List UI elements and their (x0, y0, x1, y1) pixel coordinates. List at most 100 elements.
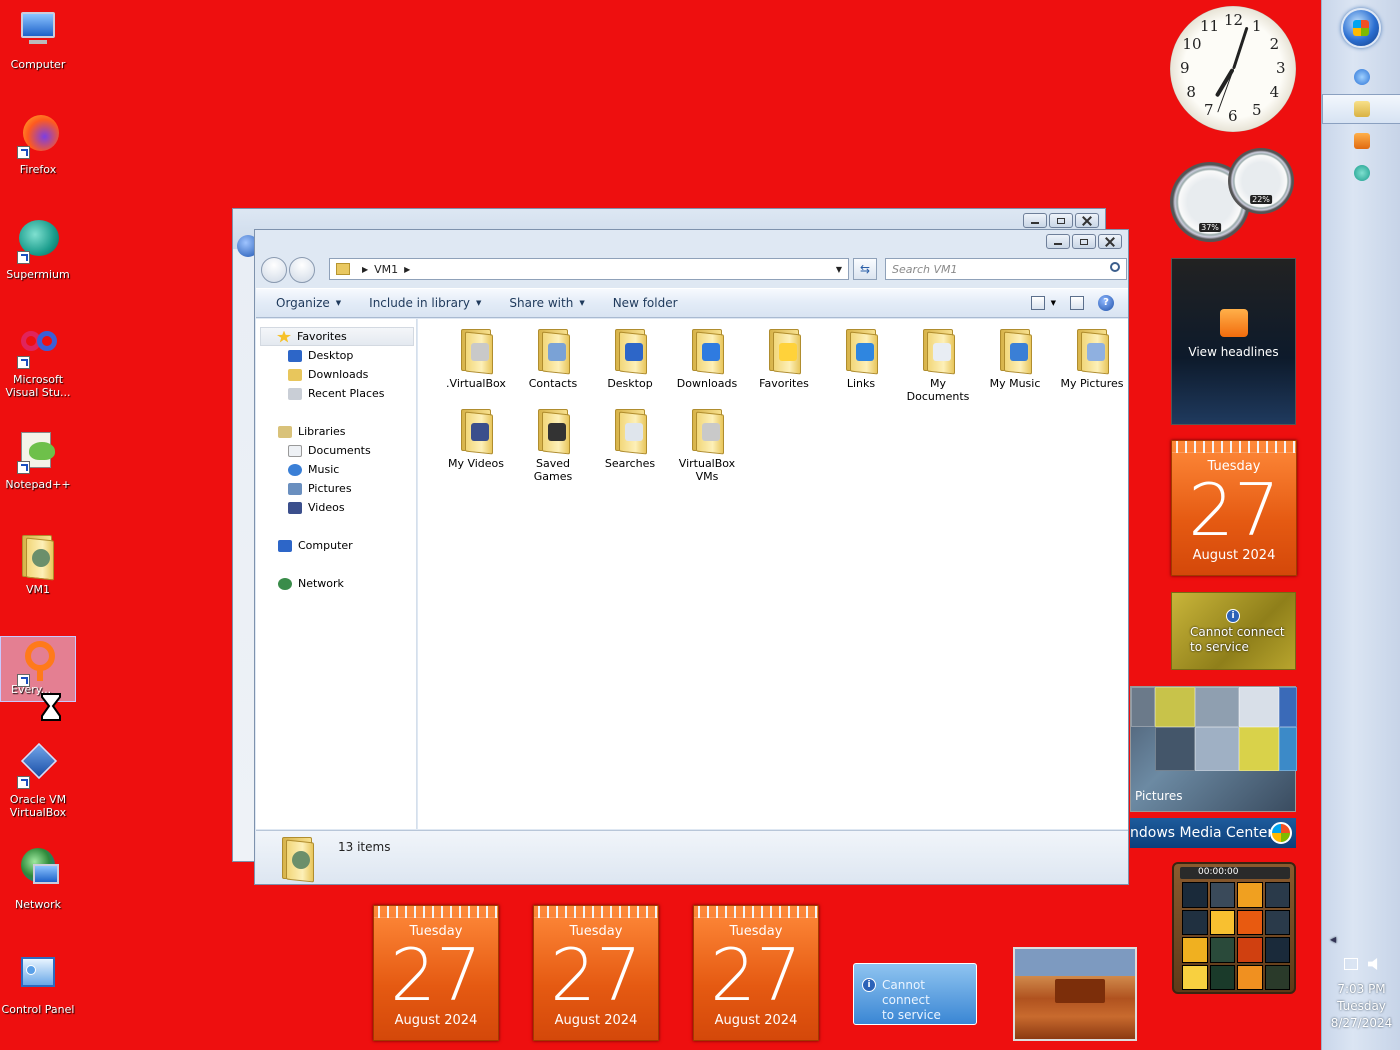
nav-documents[interactable]: Documents (256, 441, 416, 460)
desktop-icon-virtualbox[interactable]: Oracle VM VirtualBox (0, 742, 76, 819)
folder-item[interactable]: Downloads (671, 327, 743, 390)
nav-favorites[interactable]: Favorites (260, 327, 414, 346)
calendar-gadget[interactable]: Tuesday 27 August 2024 (693, 905, 819, 1041)
address-bar[interactable]: ▶ VM1 ▶ ▼ (329, 258, 849, 280)
folder-item-label: My Videos (447, 457, 505, 470)
share-with-menu[interactable]: Share with ▼ (509, 296, 584, 310)
nav-recent-places[interactable]: Recent Places (256, 384, 416, 403)
clock-number: 4 (1269, 83, 1280, 101)
folder-item[interactable]: Links (825, 327, 897, 390)
explorer-window[interactable]: ▶ VM1 ▶ ▼ ⇆ Search VM1 Organize ▼ Include… (254, 229, 1129, 885)
chevron-down-icon[interactable]: ▼ (1051, 299, 1056, 307)
feed-headlines-gadget[interactable]: View headlines (1171, 258, 1296, 425)
folder-item[interactable]: Saved Games (517, 407, 589, 483)
desktop-icon-network[interactable]: Network (0, 848, 76, 911)
desktop-icon-control-panel[interactable]: Control Panel (0, 953, 76, 1016)
taskbar-explorer-button[interactable] (1322, 94, 1400, 124)
folder-item[interactable]: Contacts (517, 327, 589, 390)
chevron-right-icon: ▶ (362, 264, 369, 274)
breadcrumb-vm1[interactable]: VM1 (374, 263, 398, 276)
folder-item[interactable]: VirtualBox VMs (671, 407, 743, 483)
desktop-icon-everything[interactable]: Every... (0, 636, 76, 702)
nav-videos[interactable]: Videos (256, 498, 416, 517)
desktop-icon-vm1[interactable]: VM1 (0, 533, 76, 596)
taskbar-ie-button[interactable] (1322, 62, 1400, 92)
nav-libraries[interactable]: Libraries (256, 422, 416, 441)
organize-menu[interactable]: Organize ▼ (276, 296, 341, 310)
volume-icon[interactable] (1367, 958, 1378, 970)
view-options-icon[interactable] (1030, 296, 1045, 310)
taskbar-supermium-button[interactable] (1322, 158, 1400, 188)
nav-music[interactable]: Music (256, 460, 416, 479)
back-button[interactable] (261, 257, 287, 283)
folder-item[interactable]: My Music (979, 327, 1051, 390)
internet-explorer-icon (1353, 69, 1370, 85)
include-in-library-menu[interactable]: Include in library ▼ (369, 296, 481, 310)
clock-number: 12 (1224, 11, 1244, 29)
search-input[interactable]: Search VM1 (885, 258, 1127, 280)
nav-pictures[interactable]: Pictures (256, 479, 416, 498)
folder-item[interactable]: My Videos (440, 407, 512, 470)
folder-item[interactable]: My Documents (902, 327, 974, 403)
window-controls (1023, 213, 1099, 228)
desktop-icon-label: Microsoft Visual Stu... (5, 373, 71, 399)
maximize-button[interactable] (1049, 213, 1073, 228)
search-icon[interactable] (1110, 262, 1120, 272)
supermium-icon (15, 218, 61, 264)
taskbar-media-player-button[interactable] (1322, 126, 1400, 156)
folder-item[interactable]: Favorites (748, 327, 820, 390)
start-button[interactable] (1341, 8, 1381, 48)
folder-icon (765, 327, 803, 375)
minimize-button[interactable] (1046, 234, 1070, 249)
picture-puzzle-gadget[interactable]: 00:00:00 (1172, 862, 1296, 994)
chevron-right-icon[interactable]: ▶ (404, 265, 410, 274)
clock-date[interactable]: 8/27/2024 (1322, 1016, 1400, 1030)
cpu-meter-gadget[interactable]: 37% 22% (1170, 148, 1296, 242)
desktop-icon-firefox[interactable]: Firefox (0, 113, 76, 176)
calendar-gadget[interactable]: Tuesday 27 August 2024 (373, 905, 499, 1041)
weather-gadget[interactable]: i Cannot connect to service (853, 963, 977, 1025)
new-folder-button[interactable]: New folder (613, 296, 678, 310)
close-button[interactable] (1075, 213, 1099, 228)
view-headlines-link[interactable]: View headlines (1172, 345, 1295, 359)
forward-button[interactable] (289, 257, 315, 283)
preview-pane-icon[interactable] (1070, 296, 1084, 310)
desktop-icon-visual-studio[interactable]: Microsoft Visual Stu... (0, 323, 76, 399)
nav-network[interactable]: Network (256, 574, 416, 593)
calendar-gadget[interactable]: Tuesday 27 August 2024 (1171, 440, 1297, 576)
folder-item[interactable]: Searches (594, 407, 666, 470)
folder-item[interactable]: .VirtualBox (440, 327, 512, 390)
chevron-down-icon[interactable]: ▼ (836, 265, 842, 274)
windows-media-center-bar[interactable]: ndows Media Center (1130, 818, 1296, 848)
clock-time[interactable]: 7:03 PM (1322, 982, 1400, 996)
slide-show-gadget[interactable] (1013, 947, 1137, 1041)
desktop-icon (288, 349, 302, 362)
puzzle-grid[interactable] (1182, 882, 1290, 990)
network-tray-icon[interactable] (1343, 958, 1358, 970)
calendar-gadget[interactable]: Tuesday 27 August 2024 (533, 905, 659, 1041)
nav-computer[interactable]: Computer (256, 536, 416, 555)
folder-item[interactable]: My Pictures (1056, 327, 1128, 390)
media-center-pictures-gadget[interactable]: Pictures (1130, 686, 1297, 812)
close-button[interactable] (1098, 234, 1122, 249)
shortcut-arrow-icon (17, 146, 30, 159)
clock-day[interactable]: Tuesday (1322, 999, 1400, 1013)
refresh-button[interactable]: ⇆ (853, 258, 877, 280)
nav-desktop[interactable]: Desktop (256, 346, 416, 365)
shortcut-arrow-icon (17, 776, 30, 789)
folder-item[interactable]: Desktop (594, 327, 666, 390)
clock-gadget[interactable]: 12 1 2 3 4 5 6 7 8 9 10 11 (1170, 6, 1296, 132)
weather-gadget[interactable]: i Cannot connect to service (1171, 592, 1296, 670)
show-hidden-icons-chevron-icon[interactable]: ◀ (1322, 935, 1400, 944)
folder-item-label: My Documents (906, 377, 970, 403)
folder-item-label: Saved Games (533, 457, 573, 483)
minimize-button[interactable] (1023, 213, 1047, 228)
desktop-icon-notepadpp[interactable]: Notepad++ (0, 428, 76, 491)
folder-icon (336, 263, 350, 275)
help-icon[interactable]: ? (1098, 295, 1114, 311)
maximize-button[interactable] (1072, 234, 1096, 249)
desktop-icon-supermium[interactable]: Supermium (0, 218, 76, 281)
nav-downloads[interactable]: Downloads (256, 365, 416, 384)
desktop-icon-computer[interactable]: Computer (0, 8, 76, 71)
file-list: .VirtualBox Contacts Desktop Downloads Favor… (418, 319, 1128, 829)
